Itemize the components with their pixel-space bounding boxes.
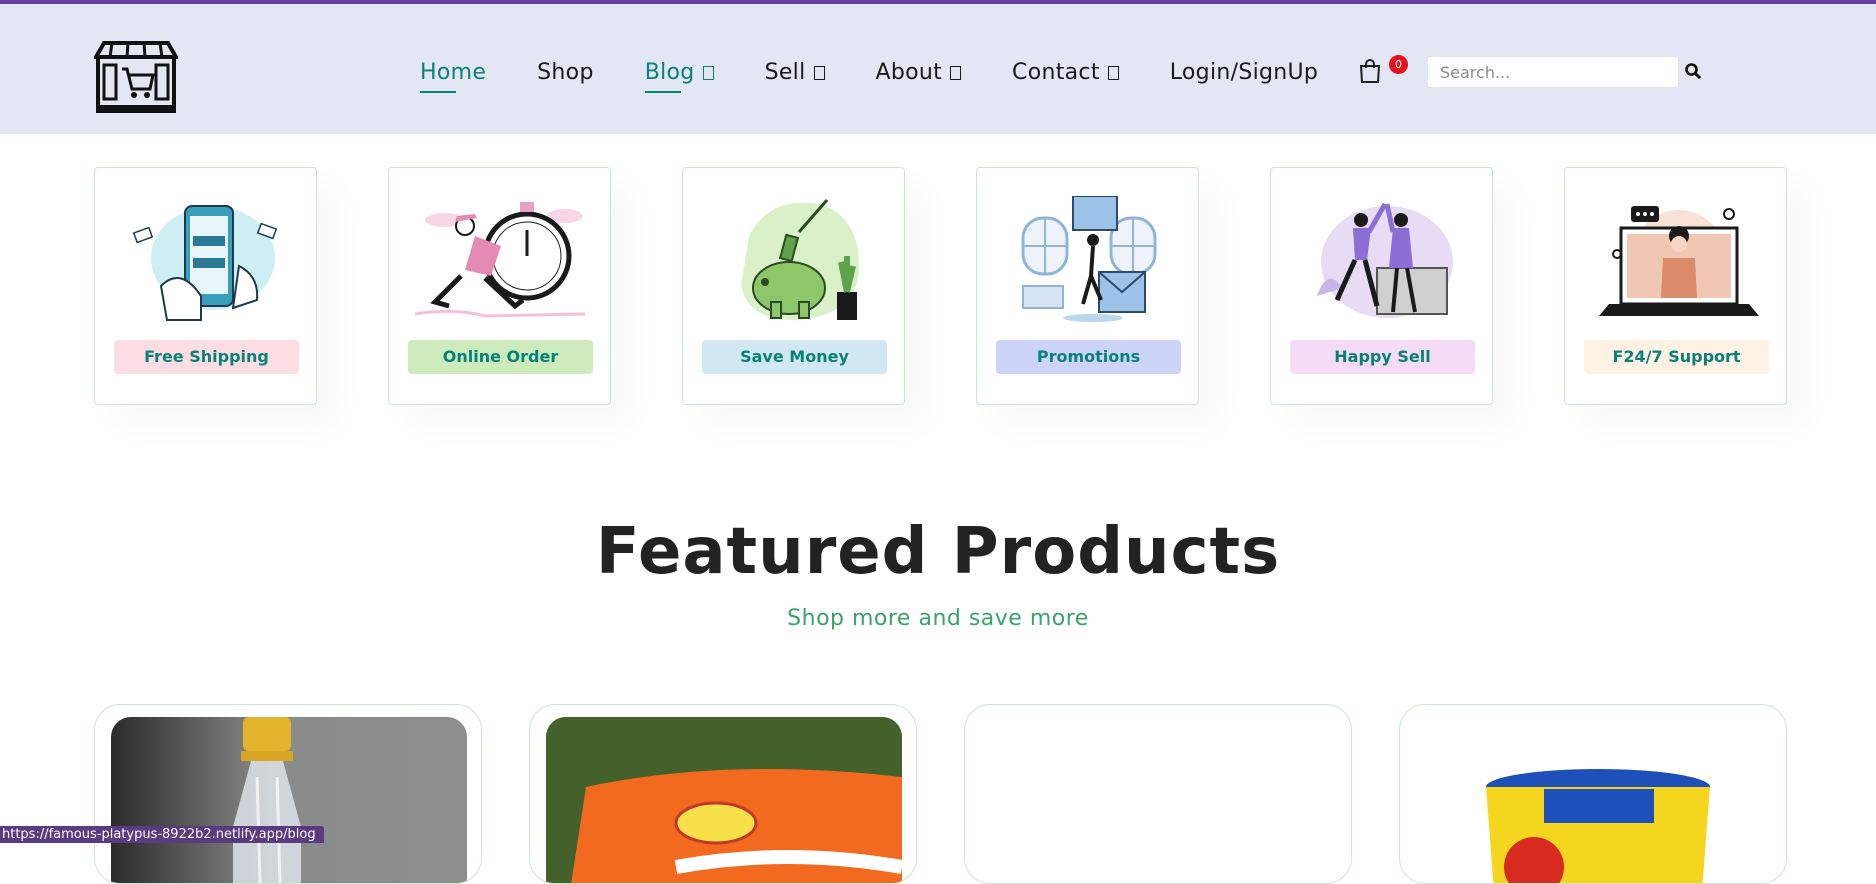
bottle-photo-icon [233, 717, 301, 883]
chevron-down-icon [702, 65, 714, 80]
feature-label: Promotions [996, 340, 1181, 374]
feature-free-shipping: Free Shipping [94, 167, 317, 405]
nav-login-label: Login/SignUp [1169, 59, 1319, 85]
feature-label: Save Money [702, 340, 887, 374]
noodle-cup-photo-icon [1486, 769, 1710, 883]
nav-shop-label: Shop [537, 59, 594, 85]
feature-online-order: Online Order [388, 167, 611, 405]
product-card[interactable] [94, 704, 482, 884]
site-header: Home Shop Blog Sell About Contact Login/… [0, 4, 1876, 134]
section-title: Featured Products [595, 515, 1281, 589]
product-image[interactable] [111, 717, 467, 883]
chevron-down-icon [950, 65, 962, 80]
nav-contact-label: Contact [1012, 59, 1100, 85]
nav-home-label: Home [420, 59, 487, 85]
feature-support: F24/7 Support [1564, 167, 1787, 405]
shopping-bag-icon[interactable] [1358, 58, 1382, 84]
feature-happy-sell: Happy Sell [1270, 167, 1493, 405]
product-image[interactable] [981, 717, 1337, 883]
promotion-celebration-illustration-icon [1021, 196, 1157, 322]
search-input[interactable] [1428, 57, 1678, 87]
piggy-bank-illustration-icon [741, 199, 859, 321]
phone-payment-illustration-icon [132, 205, 278, 321]
nav-about-label: About [875, 59, 943, 85]
main-nav: Home Shop Blog Sell About Contact Login/… [420, 52, 1369, 93]
nav-blog-label: Blog [644, 59, 695, 85]
nav-sell-label: Sell [764, 59, 806, 85]
store-logo-icon[interactable] [94, 39, 178, 115]
nav-contact[interactable]: Contact [1012, 60, 1119, 85]
product-card[interactable] [529, 704, 917, 884]
status-bar-url: https://famous-platypus-8922b2.netlify.a… [0, 826, 324, 843]
nav-shop[interactable]: Shop [537, 60, 594, 85]
customer-support-illustration-icon [1599, 206, 1759, 316]
feature-label: Online Order [408, 340, 593, 374]
chevron-down-icon [813, 65, 825, 80]
feature-label: Free Shipping [114, 340, 299, 374]
feature-save-money: Save Money [682, 167, 905, 405]
chips-packet-photo-icon [546, 717, 902, 883]
search-icon[interactable] [1684, 62, 1702, 80]
product-image[interactable] [546, 717, 902, 883]
chevron-down-icon [1107, 65, 1119, 80]
product-card[interactable] [1399, 704, 1787, 884]
product-card[interactable] [964, 704, 1352, 884]
product-image[interactable] [1416, 717, 1772, 883]
section-subtitle: Shop more and save more [787, 606, 1089, 631]
nav-blog[interactable]: Blog [644, 59, 714, 93]
feature-label: Happy Sell [1290, 340, 1475, 374]
cart-count-badge: 0 [1389, 55, 1408, 74]
feature-label: F24/7 Support [1584, 340, 1769, 374]
nav-login-signup[interactable]: Login/SignUp [1170, 60, 1318, 85]
nav-sell[interactable]: Sell [765, 60, 825, 85]
stopwatch-delivery-illustration-icon [415, 202, 585, 318]
nav-about[interactable]: About [876, 60, 962, 85]
nav-home[interactable]: Home [420, 59, 487, 93]
feature-promotions: Promotions [976, 167, 1199, 405]
high-five-illustration-icon [1317, 202, 1453, 318]
